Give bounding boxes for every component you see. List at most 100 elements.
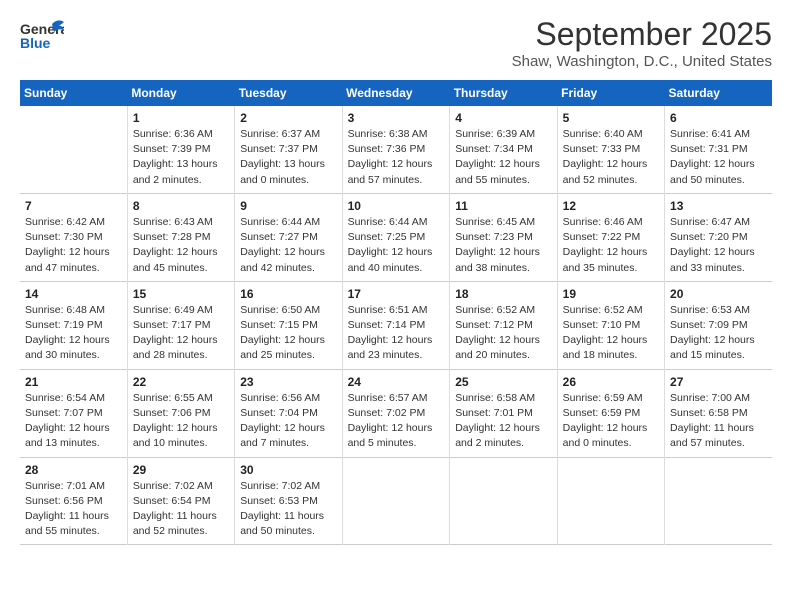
col-header-wednesday: Wednesday xyxy=(342,80,450,106)
calendar-cell: 22Sunrise: 6:55 AM Sunset: 7:06 PM Dayli… xyxy=(127,369,234,457)
calendar-table: SundayMondayTuesdayWednesdayThursdayFrid… xyxy=(20,80,772,545)
day-info: Sunrise: 6:42 AM Sunset: 7:30 PM Dayligh… xyxy=(25,215,122,276)
calendar-cell: 1Sunrise: 6:36 AM Sunset: 7:39 PM Daylig… xyxy=(127,106,234,193)
day-number: 21 xyxy=(25,375,122,389)
logo: General Blue xyxy=(20,16,64,52)
day-number: 15 xyxy=(133,287,229,301)
day-number: 30 xyxy=(240,463,336,477)
day-number: 10 xyxy=(348,199,445,213)
calendar-cell: 18 Sunrise: 6:52 AM Sunset: 7:12 PM Dayli… xyxy=(450,281,557,369)
title-area: September 2025 Shaw, Washington, D.C., U… xyxy=(512,16,772,70)
day-number: 9 xyxy=(240,199,336,213)
day-number: 7 xyxy=(25,199,122,213)
day-info: Sunrise: 6:53 AM Sunset: 7:09 PM Dayligh… xyxy=(670,303,767,364)
day-info: Sunrise: 7:02 AM Sunset: 6:53 PM Dayligh… xyxy=(240,479,336,540)
calendar-cell: 25 Sunrise: 6:58 AM Sunset: 7:01 PM Dayli… xyxy=(450,369,557,457)
page-container: General Blue September 2025 Shaw, Washin… xyxy=(0,0,792,561)
day-info: Sunrise: 6:59 AM Sunset: 6:59 PM Dayligh… xyxy=(563,391,659,452)
calendar-body: 1Sunrise: 6:36 AM Sunset: 7:39 PM Daylig… xyxy=(20,106,772,545)
day-number: 25 xyxy=(455,375,551,389)
calendar-cell xyxy=(665,457,772,545)
col-header-thursday: Thursday xyxy=(450,80,557,106)
calendar-cell: 29 Sunrise: 7:02 AM Sunset: 6:54 PM Dayli… xyxy=(127,457,234,545)
calendar-cell: 2 Sunrise: 6:37 AM Sunset: 7:37 PM Daylig… xyxy=(235,106,342,193)
calendar-cell: 21 Sunrise: 6:54 AM Sunset: 7:07 PM Dayli… xyxy=(20,369,127,457)
calendar-cell xyxy=(342,457,450,545)
calendar-cell: 6 Sunrise: 6:41 AM Sunset: 7:31 PM Daylig… xyxy=(665,106,772,193)
day-info: Sunrise: 7:01 AM Sunset: 6:56 PM Dayligh… xyxy=(25,479,122,540)
calendar-cell: 27 Sunrise: 7:00 AM Sunset: 6:58 PM Dayli… xyxy=(665,369,772,457)
day-info: Sunrise: 6:52 AM Sunset: 7:12 PM Dayligh… xyxy=(455,303,551,364)
calendar-cell: 12 Sunrise: 6:46 AM Sunset: 7:22 PM Dayli… xyxy=(557,193,664,281)
day-number: 8 xyxy=(133,199,229,213)
day-number: 13 xyxy=(670,199,767,213)
calendar-cell: 16 Sunrise: 6:50 AM Sunset: 7:15 PM Dayli… xyxy=(235,281,342,369)
col-header-friday: Friday xyxy=(557,80,664,106)
day-info: Sunrise: 6:58 AM Sunset: 7:01 PM Dayligh… xyxy=(455,391,551,452)
day-info: Sunrise: 6:39 AM Sunset: 7:34 PM Dayligh… xyxy=(455,127,551,188)
logo-icon: General Blue xyxy=(20,16,64,52)
day-number: 18 xyxy=(455,287,551,301)
day-number: 12 xyxy=(563,199,659,213)
day-number: 16 xyxy=(240,287,336,301)
calendar-week-4: 21 Sunrise: 6:54 AM Sunset: 7:07 PM Dayli… xyxy=(20,369,772,457)
calendar-cell: 10 Sunrise: 6:44 AM Sunset: 7:25 PM Dayli… xyxy=(342,193,450,281)
day-number: 17 xyxy=(348,287,445,301)
subtitle: Shaw, Washington, D.C., United States xyxy=(512,53,772,70)
day-info: Sunrise: 6:37 AM Sunset: 7:37 PM Dayligh… xyxy=(240,127,336,188)
day-info: Sunrise: 6:46 AM Sunset: 7:22 PM Dayligh… xyxy=(563,215,659,276)
calendar-week-1: 1Sunrise: 6:36 AM Sunset: 7:39 PM Daylig… xyxy=(20,106,772,193)
day-info: Sunrise: 6:56 AM Sunset: 7:04 PM Dayligh… xyxy=(240,391,336,452)
calendar-cell xyxy=(450,457,557,545)
calendar-cell: 3 Sunrise: 6:38 AM Sunset: 7:36 PM Daylig… xyxy=(342,106,450,193)
calendar-cell: 7 Sunrise: 6:42 AM Sunset: 7:30 PM Daylig… xyxy=(20,193,127,281)
col-header-sunday: Sunday xyxy=(20,80,127,106)
calendar-cell: 24Sunrise: 6:57 AM Sunset: 7:02 PM Dayli… xyxy=(342,369,450,457)
day-info: Sunrise: 6:49 AM Sunset: 7:17 PM Dayligh… xyxy=(133,303,229,364)
month-title: September 2025 xyxy=(512,16,772,53)
day-info: Sunrise: 7:00 AM Sunset: 6:58 PM Dayligh… xyxy=(670,391,767,452)
day-info: Sunrise: 6:51 AM Sunset: 7:14 PM Dayligh… xyxy=(348,303,445,364)
col-header-saturday: Saturday xyxy=(665,80,772,106)
day-info: Sunrise: 6:43 AM Sunset: 7:28 PM Dayligh… xyxy=(133,215,229,276)
day-info: Sunrise: 6:44 AM Sunset: 7:27 PM Dayligh… xyxy=(240,215,336,276)
col-header-tuesday: Tuesday xyxy=(235,80,342,106)
day-info: Sunrise: 6:38 AM Sunset: 7:36 PM Dayligh… xyxy=(348,127,445,188)
calendar-cell: 8 Sunrise: 6:43 AM Sunset: 7:28 PM Daylig… xyxy=(127,193,234,281)
day-info: Sunrise: 6:45 AM Sunset: 7:23 PM Dayligh… xyxy=(455,215,551,276)
calendar-header: SundayMondayTuesdayWednesdayThursdayFrid… xyxy=(20,80,772,106)
day-info: Sunrise: 6:52 AM Sunset: 7:10 PM Dayligh… xyxy=(563,303,659,364)
col-header-monday: Monday xyxy=(127,80,234,106)
header: General Blue September 2025 Shaw, Washin… xyxy=(20,16,772,70)
calendar-cell: 28Sunrise: 7:01 AM Sunset: 6:56 PM Dayli… xyxy=(20,457,127,545)
day-number: 19 xyxy=(563,287,659,301)
day-info: Sunrise: 6:40 AM Sunset: 7:33 PM Dayligh… xyxy=(563,127,659,188)
day-number: 26 xyxy=(563,375,659,389)
day-info: Sunrise: 7:02 AM Sunset: 6:54 PM Dayligh… xyxy=(133,479,229,540)
day-number: 1 xyxy=(133,111,229,125)
day-info: Sunrise: 6:54 AM Sunset: 7:07 PM Dayligh… xyxy=(25,391,122,452)
calendar-cell: 5Sunrise: 6:40 AM Sunset: 7:33 PM Daylig… xyxy=(557,106,664,193)
calendar-week-2: 7 Sunrise: 6:42 AM Sunset: 7:30 PM Daylig… xyxy=(20,193,772,281)
day-number: 22 xyxy=(133,375,229,389)
calendar-cell xyxy=(20,106,127,193)
day-number: 2 xyxy=(240,111,336,125)
day-number: 4 xyxy=(455,111,551,125)
calendar-cell: 14Sunrise: 6:48 AM Sunset: 7:19 PM Dayli… xyxy=(20,281,127,369)
day-number: 11 xyxy=(455,199,551,213)
day-info: Sunrise: 6:50 AM Sunset: 7:15 PM Dayligh… xyxy=(240,303,336,364)
calendar-cell: 26 Sunrise: 6:59 AM Sunset: 6:59 PM Dayli… xyxy=(557,369,664,457)
calendar-cell: 19 Sunrise: 6:52 AM Sunset: 7:10 PM Dayli… xyxy=(557,281,664,369)
calendar-cell xyxy=(557,457,664,545)
day-number: 14 xyxy=(25,287,122,301)
calendar-cell: 9 Sunrise: 6:44 AM Sunset: 7:27 PM Daylig… xyxy=(235,193,342,281)
day-info: Sunrise: 6:47 AM Sunset: 7:20 PM Dayligh… xyxy=(670,215,767,276)
day-number: 29 xyxy=(133,463,229,477)
day-number: 6 xyxy=(670,111,767,125)
calendar-week-3: 14Sunrise: 6:48 AM Sunset: 7:19 PM Dayli… xyxy=(20,281,772,369)
day-info: Sunrise: 6:41 AM Sunset: 7:31 PM Dayligh… xyxy=(670,127,767,188)
calendar-cell: 11 Sunrise: 6:45 AM Sunset: 7:23 PM Dayli… xyxy=(450,193,557,281)
day-info: Sunrise: 6:44 AM Sunset: 7:25 PM Dayligh… xyxy=(348,215,445,276)
day-number: 3 xyxy=(348,111,445,125)
day-number: 27 xyxy=(670,375,767,389)
